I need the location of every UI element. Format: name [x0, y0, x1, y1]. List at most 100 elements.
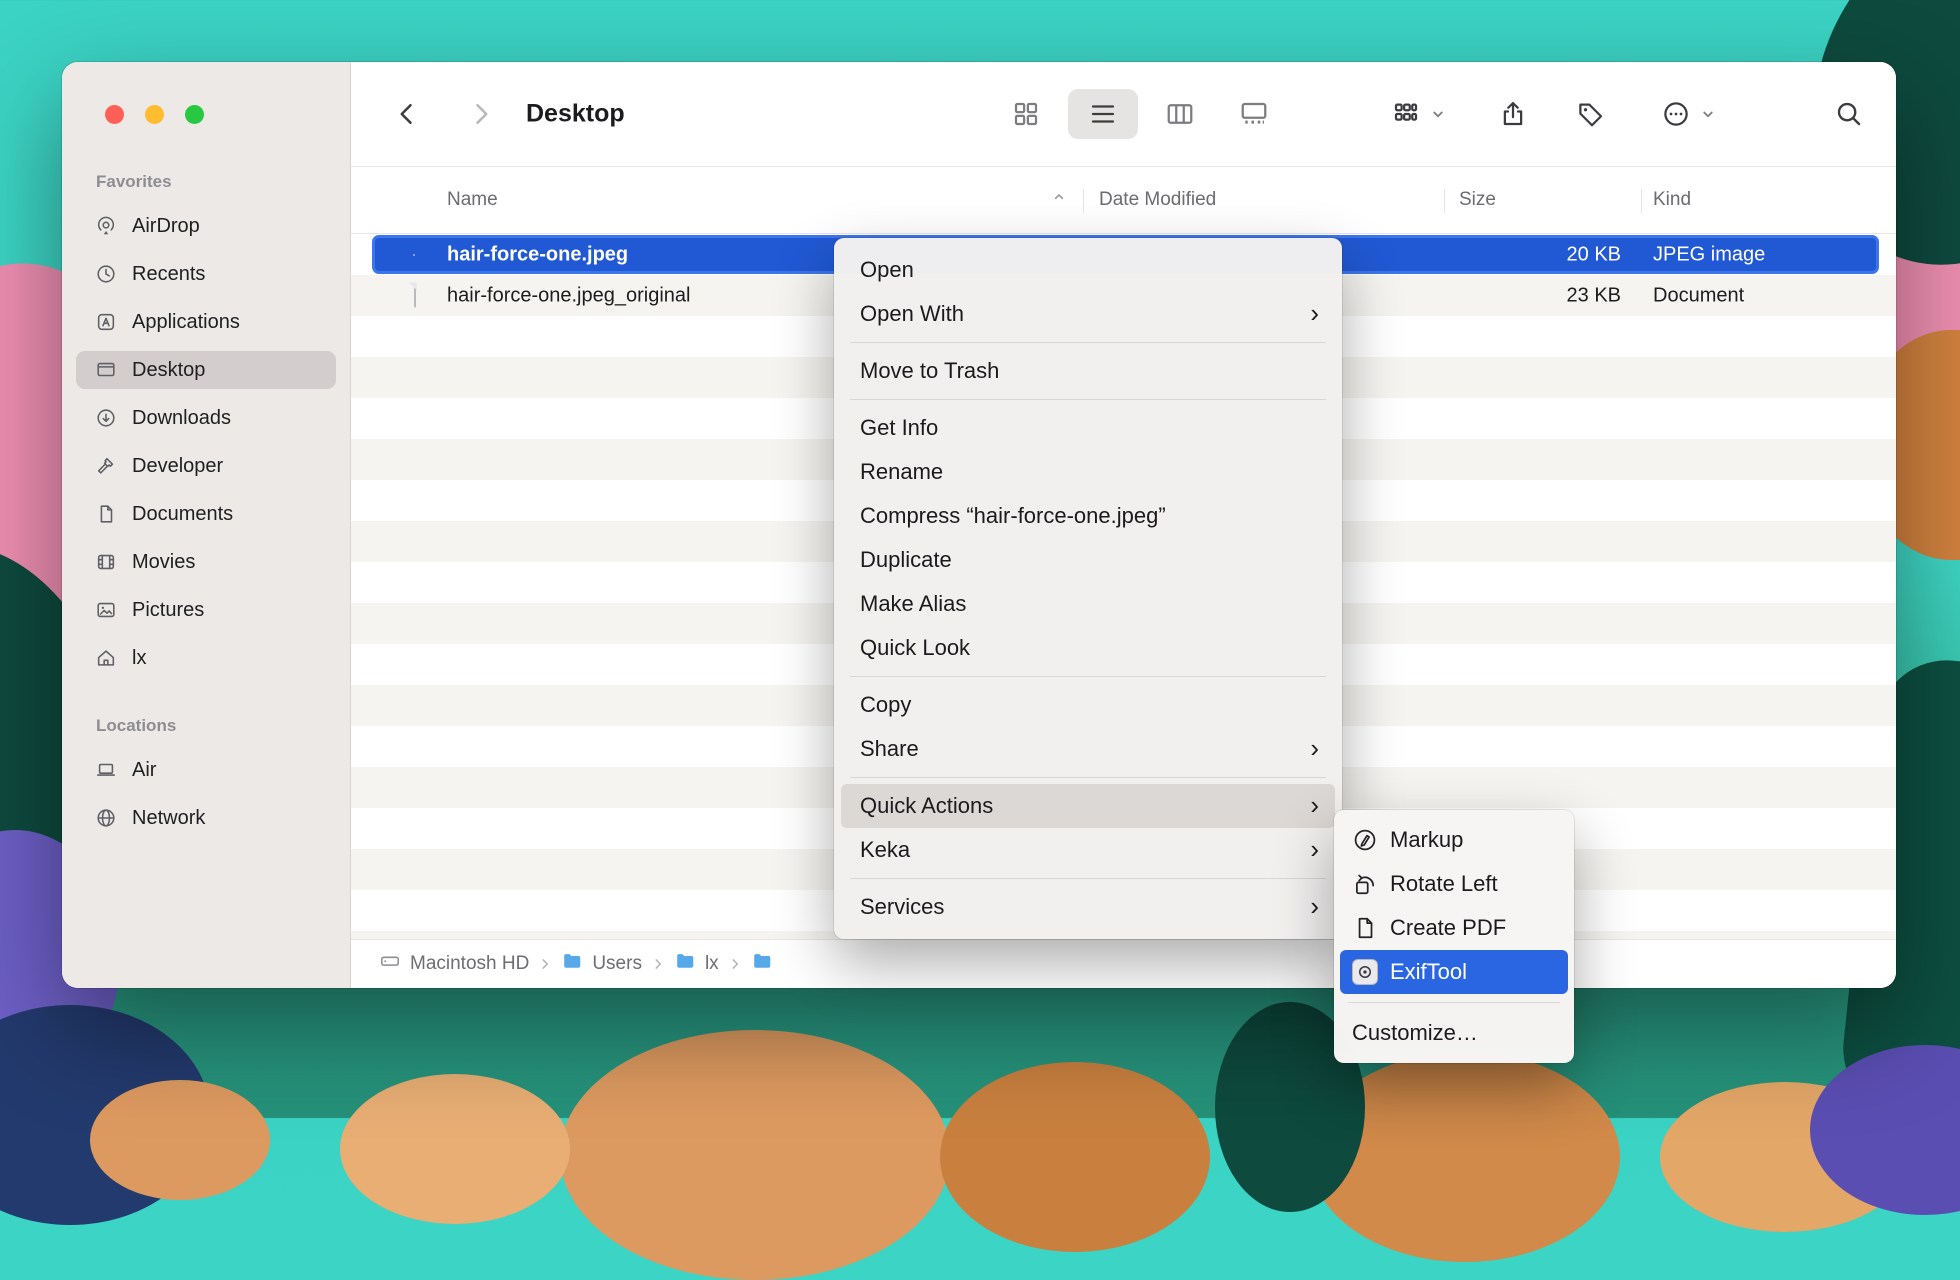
toolbar: Desktop: [351, 62, 1896, 167]
sidebar-section-favorites: Favorites: [96, 172, 172, 192]
breadcrumb-truncated[interactable]: [751, 950, 773, 978]
menu-item-keka[interactable]: Keka: [841, 828, 1335, 872]
markup-icon: [1352, 827, 1378, 853]
sidebar-item-recents[interactable]: Recents: [76, 255, 336, 293]
submenu-item-rotate-left[interactable]: Rotate Left: [1340, 862, 1568, 906]
wallpaper-shape: [560, 1030, 950, 1280]
sidebar-item-label: Movies: [132, 551, 195, 574]
desktop-icon: [95, 359, 117, 381]
sidebar-item-home[interactable]: lx: [76, 639, 336, 677]
gallery-view-button[interactable]: [1239, 99, 1269, 129]
menu-item-compress[interactable]: Compress “hair-force-one.jpeg”: [841, 494, 1335, 538]
window-title: Desktop: [526, 100, 625, 129]
wallpaper-shape: [340, 1074, 570, 1224]
file-name: hair-force-one.jpeg_original: [447, 284, 690, 307]
applications-icon: [95, 311, 117, 333]
close-button[interactable]: [105, 105, 124, 124]
path-bar: Macintosh HD Users lx: [351, 939, 1896, 988]
recents-icon: [95, 263, 117, 285]
submenu-item-customize[interactable]: Customize…: [1340, 1011, 1568, 1055]
chevron-right-icon: [728, 957, 742, 971]
list-view-button[interactable]: [1088, 99, 1118, 129]
menu-item-get-info[interactable]: Get Info: [841, 406, 1335, 450]
sidebar-item-air[interactable]: Air: [76, 751, 336, 789]
group-button[interactable]: [1391, 99, 1421, 129]
menu-item-quick-actions[interactable]: Quick Actions: [841, 784, 1335, 828]
menu-item-quick-look[interactable]: Quick Look: [841, 626, 1335, 670]
menu-item-services[interactable]: Services: [841, 885, 1335, 929]
sidebar-item-applications[interactable]: Applications: [76, 303, 336, 341]
sidebar-item-label: Network: [132, 807, 205, 830]
forward-button[interactable]: [465, 99, 495, 129]
chevron-down-icon: [1429, 105, 1447, 123]
sidebar-item-label: Desktop: [132, 359, 205, 382]
submenu-item-create-pdf[interactable]: Create PDF: [1340, 906, 1568, 950]
downloads-icon: [95, 407, 117, 429]
menu-item-move-to-trash[interactable]: Move to Trash: [841, 349, 1335, 393]
sidebar-item-developer[interactable]: Developer: [76, 447, 336, 485]
breadcrumb-users[interactable]: Users: [561, 950, 642, 978]
menu-item-copy[interactable]: Copy: [841, 683, 1335, 727]
submenu-item-exiftool[interactable]: ExifTool: [1340, 950, 1568, 994]
sidebar-item-movies[interactable]: Movies: [76, 543, 336, 581]
column-header-size[interactable]: Size: [1459, 189, 1496, 211]
folder-icon: [561, 950, 583, 978]
sidebar-item-airdrop[interactable]: AirDrop: [76, 207, 336, 245]
back-button[interactable]: [393, 99, 423, 129]
context-menu: Open Open With Move to Trash Get Info Re…: [834, 238, 1342, 939]
pictures-icon: [95, 599, 117, 621]
sidebar-item-documents[interactable]: Documents: [76, 495, 336, 533]
movies-icon: [95, 551, 117, 573]
icon-view-button[interactable]: [1011, 99, 1041, 129]
file-kind: JPEG image: [1653, 243, 1765, 266]
sort-ascending-icon: [1051, 189, 1067, 211]
menu-item-rename[interactable]: Rename: [841, 450, 1335, 494]
file-size: 23 KB: [1459, 284, 1621, 307]
sidebar-item-label: AirDrop: [132, 215, 200, 238]
submenu-item-markup[interactable]: Markup: [1340, 818, 1568, 862]
quick-actions-submenu: Markup Rotate Left Create PDF ExifTool C…: [1334, 810, 1574, 1063]
breadcrumb-macintosh-hd[interactable]: Macintosh HD: [379, 950, 529, 978]
more-button[interactable]: [1661, 99, 1691, 129]
menu-item-duplicate[interactable]: Duplicate: [841, 538, 1335, 582]
developer-icon: [95, 455, 117, 477]
breadcrumb-lx[interactable]: lx: [674, 950, 719, 978]
file-size: 20 KB: [1459, 243, 1621, 266]
sidebar-item-label: lx: [132, 647, 146, 670]
menu-item-share[interactable]: Share: [841, 727, 1335, 771]
sidebar-item-label: Downloads: [132, 407, 231, 430]
sidebar-item-desktop[interactable]: Desktop: [76, 351, 336, 389]
document-icon: [414, 284, 416, 307]
column-view-button[interactable]: [1165, 99, 1195, 129]
sidebar-item-pictures[interactable]: Pictures: [76, 591, 336, 629]
minimize-button[interactable]: [145, 105, 164, 124]
menu-divider: [850, 878, 1326, 879]
column-header-name[interactable]: Name: [447, 189, 498, 211]
home-icon: [95, 647, 117, 669]
menu-item-open-with[interactable]: Open With: [841, 292, 1335, 336]
network-icon: [95, 807, 117, 829]
zoom-button[interactable]: [185, 105, 204, 124]
column-headers: Name Date Modified Size Kind: [351, 167, 1896, 234]
wallpaper-shape: [940, 1062, 1210, 1252]
sidebar-item-network[interactable]: Network: [76, 799, 336, 837]
search-button[interactable]: [1834, 99, 1864, 129]
sidebar-item-label: Developer: [132, 455, 223, 478]
tag-button[interactable]: [1576, 99, 1606, 129]
share-button[interactable]: [1498, 99, 1528, 129]
laptop-icon: [95, 759, 117, 781]
folder-icon: [751, 950, 773, 978]
rotate-left-icon: [1352, 871, 1378, 897]
menu-item-open[interactable]: Open: [841, 248, 1335, 292]
sidebar-item-downloads[interactable]: Downloads: [76, 399, 336, 437]
sidebar-item-label: Pictures: [132, 599, 204, 622]
column-header-date-modified[interactable]: Date Modified: [1099, 189, 1216, 211]
folder-icon: [674, 950, 696, 978]
create-pdf-icon: [1352, 915, 1378, 941]
menu-divider: [850, 399, 1326, 400]
menu-item-make-alias[interactable]: Make Alias: [841, 582, 1335, 626]
exiftool-icon: [1352, 959, 1378, 985]
column-header-kind[interactable]: Kind: [1653, 189, 1691, 211]
menu-divider: [1348, 1002, 1560, 1003]
file-name: hair-force-one.jpeg: [447, 243, 628, 266]
